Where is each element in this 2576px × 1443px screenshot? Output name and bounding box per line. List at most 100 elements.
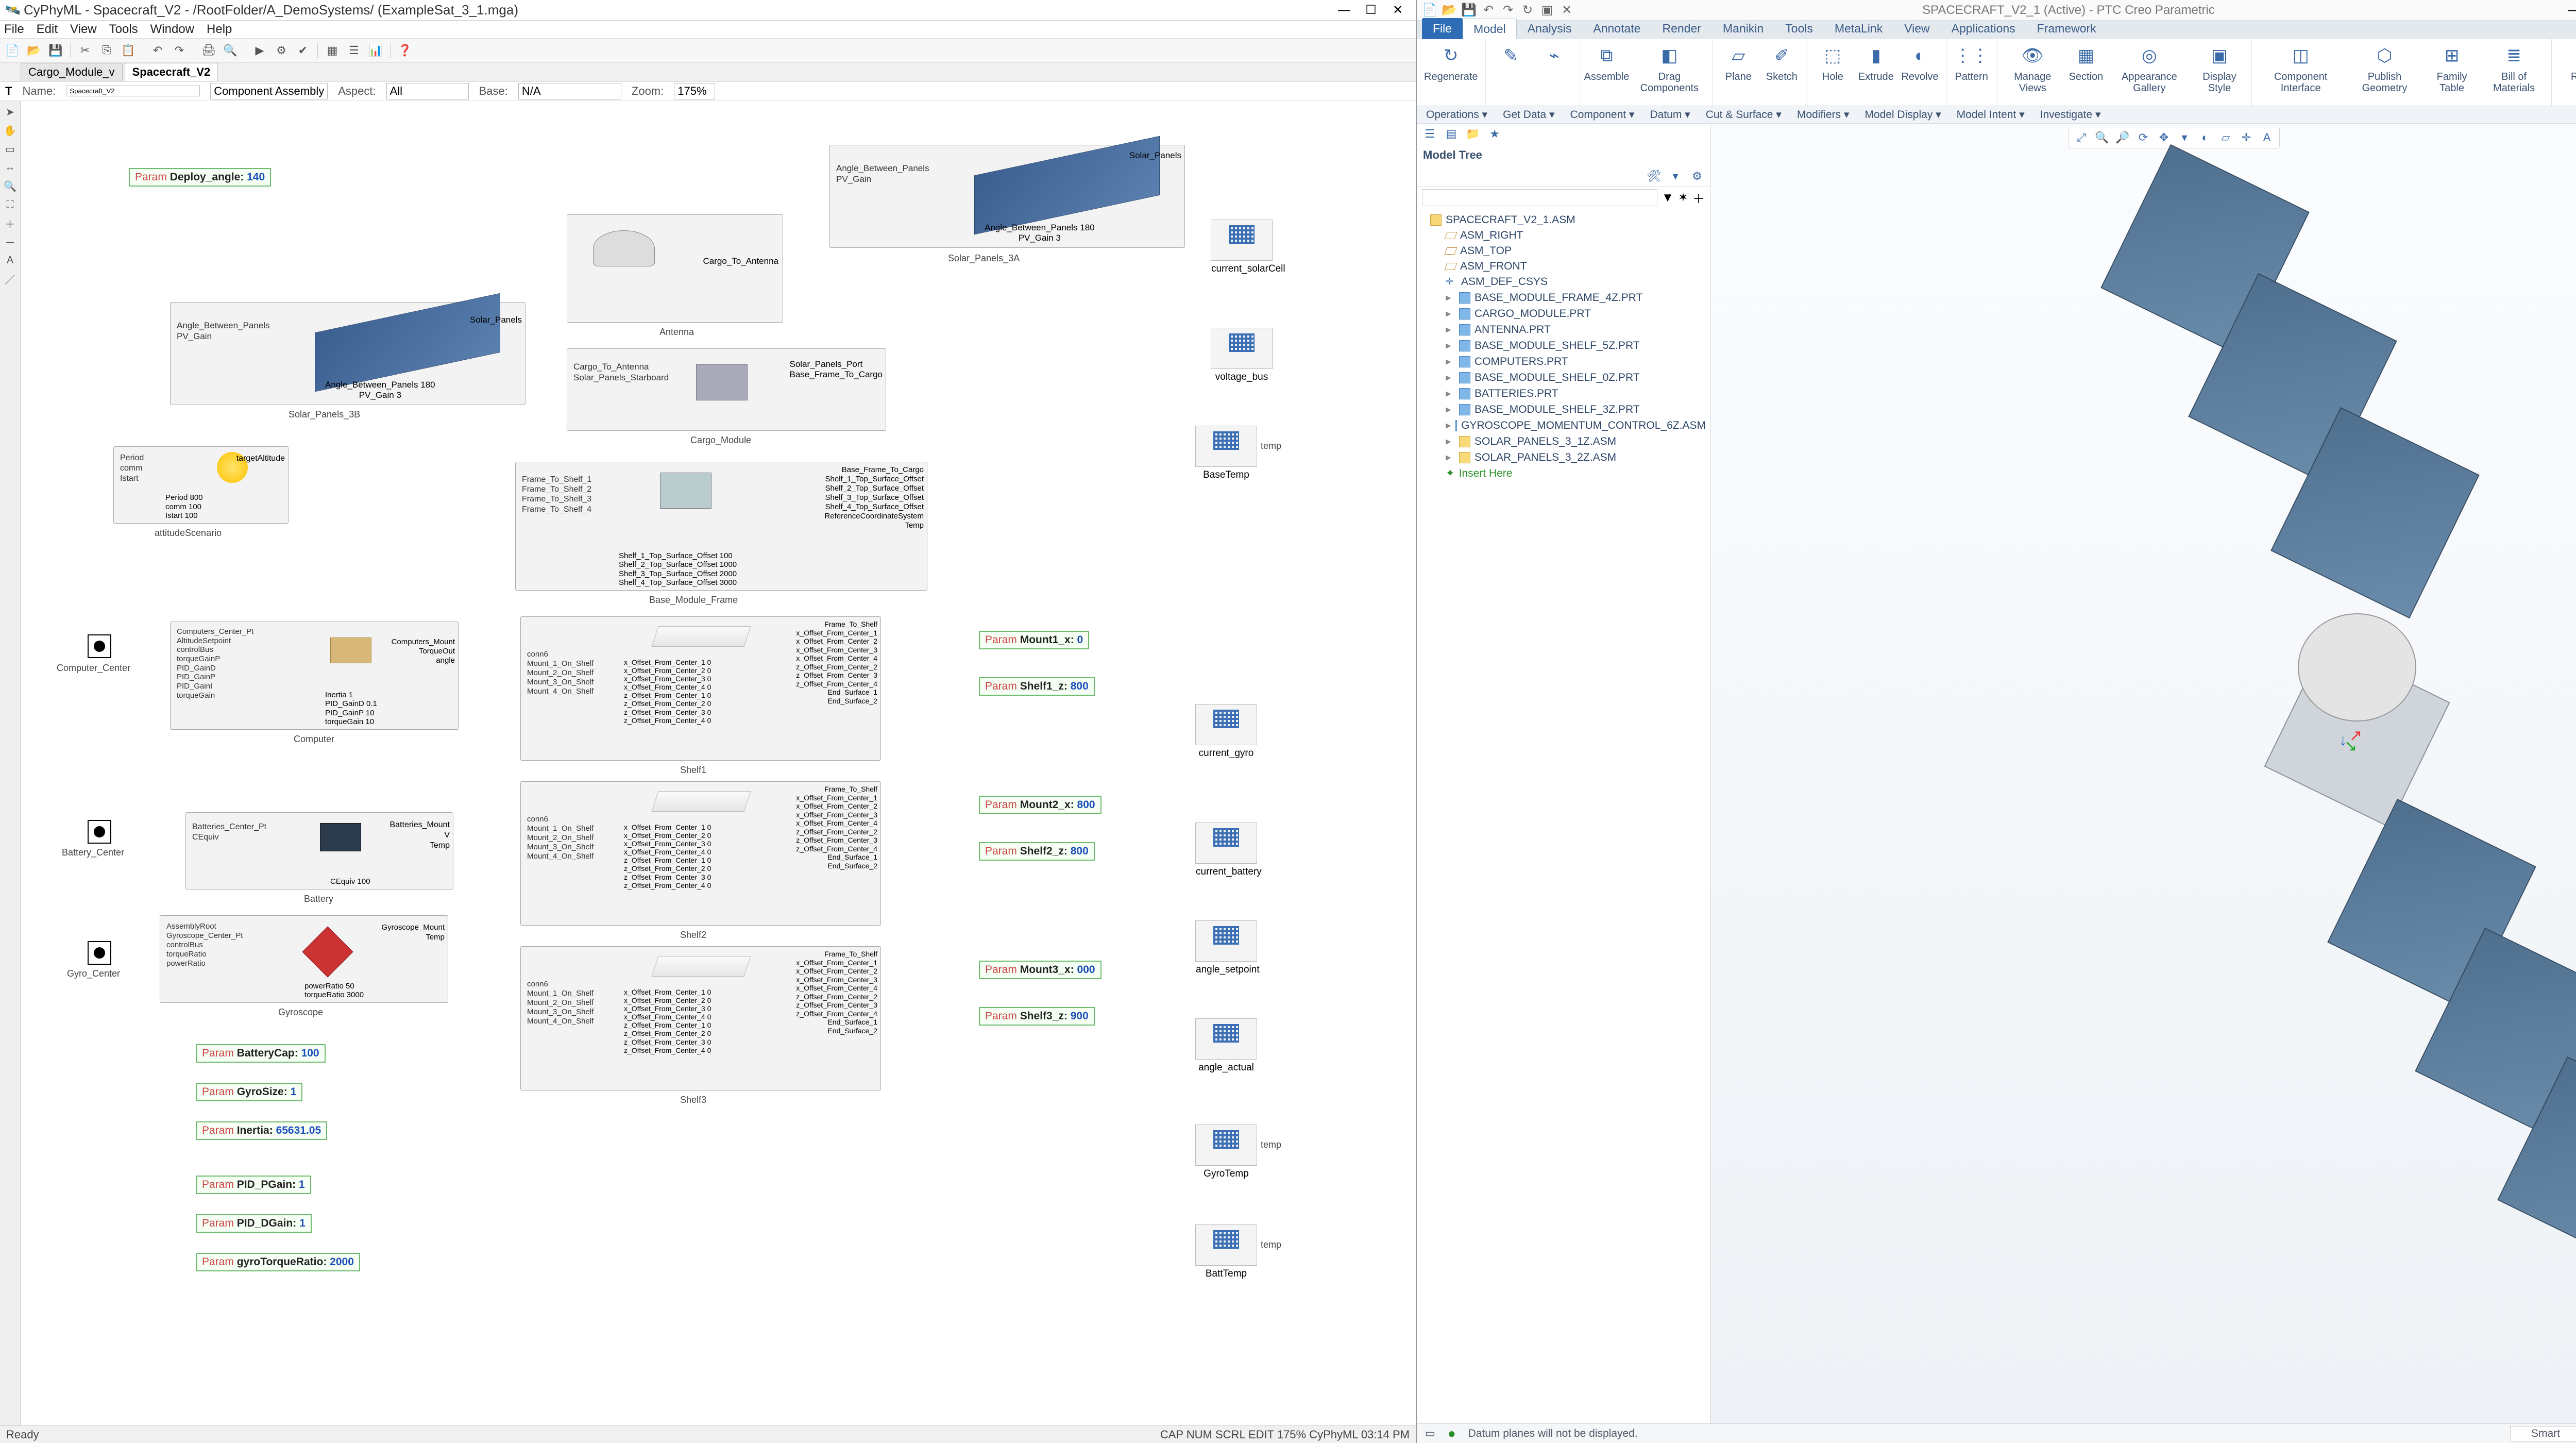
cut-icon[interactable]: ✂ — [76, 41, 94, 60]
tree-node[interactable]: ▸BATTERIES.PRT — [1421, 385, 1706, 401]
redo-icon[interactable]: ↷ — [1500, 3, 1516, 18]
ribbon-manage-views[interactable]: 👁Manage Views — [2005, 42, 2061, 94]
subbar-get[interactable]: Get Data ▾ — [1503, 108, 1554, 121]
ribbon-reference-viewer[interactable]: ⊡Reference Viewer — [2559, 42, 2576, 94]
grid-icon[interactable]: ▦ — [323, 41, 342, 60]
menu-window[interactable]: Window — [150, 22, 194, 37]
hand-icon[interactable]: ✋ — [3, 123, 18, 138]
undo-icon[interactable]: ↶ — [1481, 3, 1496, 18]
block-battery[interactable]: Batteries_Center_Pt CEquiv Batteries_Mou… — [185, 812, 453, 890]
tab-annotate[interactable]: Annotate — [1582, 18, 1651, 39]
minimize-button[interactable]: — — [1331, 2, 1357, 19]
tree-icon[interactable]: ☰ — [1422, 126, 1437, 142]
zoom-select[interactable]: 175% — [674, 83, 715, 99]
views-icon[interactable]: ▾ — [2176, 129, 2193, 146]
tab-file[interactable]: File — [1422, 18, 1463, 39]
ribbon-display-style[interactable]: ▣Display Style — [2195, 42, 2245, 94]
text-icon[interactable]: A — [3, 253, 18, 268]
datum-icon[interactable]: ▱ — [2217, 129, 2234, 146]
zoom-icon[interactable]: 🔍 — [3, 178, 18, 194]
monitor-batttemp[interactable]: BattTemptemp — [1195, 1224, 1257, 1266]
fit-icon[interactable]: ⛶ — [3, 197, 18, 212]
expand-icon[interactable]: ▸ — [1446, 451, 1455, 464]
tree-node[interactable]: ▸COMPUTERS.PRT — [1421, 354, 1706, 370]
block-base-module-frame[interactable]: Frame_To_Shelf_1 Frame_To_Shelf_2 Frame_… — [515, 462, 927, 591]
sel-filter[interactable]: Smart — [2510, 1426, 2576, 1441]
param-gyro-size[interactable]: Param GyroSize: 1 — [196, 1083, 302, 1101]
zoom-in-icon[interactable]: 🔍 — [2094, 129, 2110, 146]
expand-icon[interactable]: ▸ — [1446, 387, 1455, 400]
ribbon-regenerate[interactable]: ↻Regenerate — [1424, 42, 1478, 82]
port-computer-center[interactable] — [88, 634, 111, 658]
tree-node[interactable]: ▸GYROSCOPE_MOMENTUM_CONTROL_6Z.ASM — [1421, 417, 1706, 433]
param-pid-dgain[interactable]: Param PID_DGain: 1 — [196, 1214, 312, 1233]
ribbon-component-interface[interactable]: ◫Component Interface — [2259, 42, 2342, 94]
subbar-component[interactable]: Component ▾ — [1570, 108, 1635, 121]
shading-icon[interactable]: ◐ — [2197, 129, 2213, 146]
folder-icon[interactable]: 📁 — [1465, 126, 1481, 142]
tree-node[interactable]: ASM_RIGHT — [1421, 228, 1706, 243]
param-battery-cap[interactable]: Param BatteryCap: 100 — [196, 1044, 326, 1063]
selection-icon[interactable]: ▭ — [1425, 1427, 1435, 1440]
line-icon[interactable]: ／ — [3, 271, 18, 287]
monitor-angle-setpoint[interactable]: angle_setpoint — [1195, 920, 1257, 962]
ribbon-btn-2[interactable]: ⌁ — [1536, 42, 1572, 69]
tree-settings-icon[interactable]: 🛠 — [1646, 169, 1662, 184]
tab-framework[interactable]: Framework — [2026, 18, 2107, 39]
tab-model[interactable]: Model — [1463, 19, 1517, 39]
block-computer[interactable]: Computers_Center_Pt AltitudeSetpoint con… — [170, 622, 459, 730]
minus-icon[interactable]: － — [3, 234, 18, 249]
expand-icon[interactable]: ▸ — [1446, 419, 1451, 432]
ribbon-bill-of-materials[interactable]: ≣Bill of Materials — [2484, 42, 2544, 94]
monitor-current-gyro[interactable]: current_gyro — [1195, 704, 1257, 745]
tree-node[interactable]: ▸ANTENNA.PRT — [1421, 322, 1706, 338]
tree-show-icon[interactable]: ▾ — [1668, 169, 1683, 184]
tree-search-input[interactable] — [1422, 189, 1657, 206]
regen-icon[interactable]: ↻ — [1520, 3, 1535, 18]
tree-node[interactable]: SPACECRAFT_V2_1.ASM — [1421, 212, 1706, 228]
expand-icon[interactable]: ▸ — [1446, 307, 1455, 320]
param-shelf1-z[interactable]: Param Shelf1_z: 800 — [979, 677, 1095, 696]
ribbon-plane[interactable]: ▱Plane — [1720, 42, 1756, 82]
close-button[interactable]: ✕ — [1385, 2, 1411, 19]
tab-view[interactable]: View — [1893, 18, 1940, 39]
zoom-out-icon[interactable]: 🔎 — [2114, 129, 2131, 146]
port-battery-center[interactable] — [88, 820, 111, 844]
new-icon[interactable]: 📄 — [3, 41, 22, 60]
star-icon[interactable]: ★ — [1487, 126, 1502, 142]
minimize-button[interactable]: — — [2563, 3, 2576, 18]
monitor-gyrotemp[interactable]: GyroTemptemp — [1195, 1125, 1257, 1166]
refit-icon[interactable]: ⤢ — [2073, 129, 2090, 146]
param-mount1-x[interactable]: Param Mount1_x: 0 — [979, 631, 1089, 649]
param-shelf2-z[interactable]: Param Shelf2_z: 800 — [979, 842, 1095, 861]
block-shelf3[interactable]: conn6 Mount_1_On_Shelf Mount_2_On_Shelf … — [520, 946, 881, 1090]
expand-icon[interactable]: ▸ — [1446, 371, 1455, 384]
monitor-current-battery[interactable]: current_battery — [1195, 823, 1257, 864]
pan-icon[interactable]: ✥ — [2156, 129, 2172, 146]
param-gyro-torque[interactable]: Param gyroTorqueRatio: 2000 — [196, 1253, 360, 1271]
aspect-select[interactable]: All — [386, 83, 469, 99]
tree-node[interactable]: ▸BASE_MODULE_SHELF_3Z.PRT — [1421, 401, 1706, 417]
annot-icon[interactable]: A — [2259, 129, 2275, 146]
save-icon[interactable]: 💾 — [1461, 3, 1477, 18]
param-shelf3-z[interactable]: Param Shelf3_z: 900 — [979, 1007, 1095, 1026]
tab-spacecraft-v2[interactable]: Spacecraft_V2 — [125, 63, 218, 81]
ribbon-btn-1[interactable]: ✎ — [1493, 42, 1529, 69]
undo-icon[interactable]: ↶ — [148, 41, 167, 60]
tab-metalink[interactable]: MetaLink — [1824, 18, 1893, 39]
maximize-button[interactable]: ☐ — [1358, 2, 1384, 19]
tree-node[interactable]: ▸SOLAR_PANELS_3_1Z.ASM — [1421, 433, 1706, 449]
tree-filter-icon[interactable]: ⚙ — [1689, 169, 1705, 184]
add-icon[interactable]: ＋ — [1692, 189, 1705, 207]
expand-icon[interactable]: ▸ — [1446, 435, 1455, 448]
layers-icon[interactable]: ☰ — [345, 41, 363, 60]
ribbon-pattern[interactable]: ⋮⋮Pattern — [1954, 42, 1990, 82]
save-icon[interactable]: 💾 — [46, 41, 65, 60]
axes-icon[interactable]: ✛ — [2238, 129, 2255, 146]
block-shelf1[interactable]: conn6 Mount_1_On_Shelf Mount_2_On_Shelf … — [520, 616, 881, 761]
ribbon-revolve[interactable]: ◐Revolve — [1901, 42, 1938, 82]
block-gyroscope[interactable]: AssemblyRoot Gyroscope_Center_Pt control… — [160, 915, 448, 1003]
block-shelf2[interactable]: conn6 Mount_1_On_Shelf Mount_2_On_Shelf … — [520, 781, 881, 926]
monitor-current-solarcell[interactable]: current_solarCell — [1211, 220, 1273, 261]
ribbon-assemble[interactable]: ⧉Assemble — [1587, 42, 1626, 82]
